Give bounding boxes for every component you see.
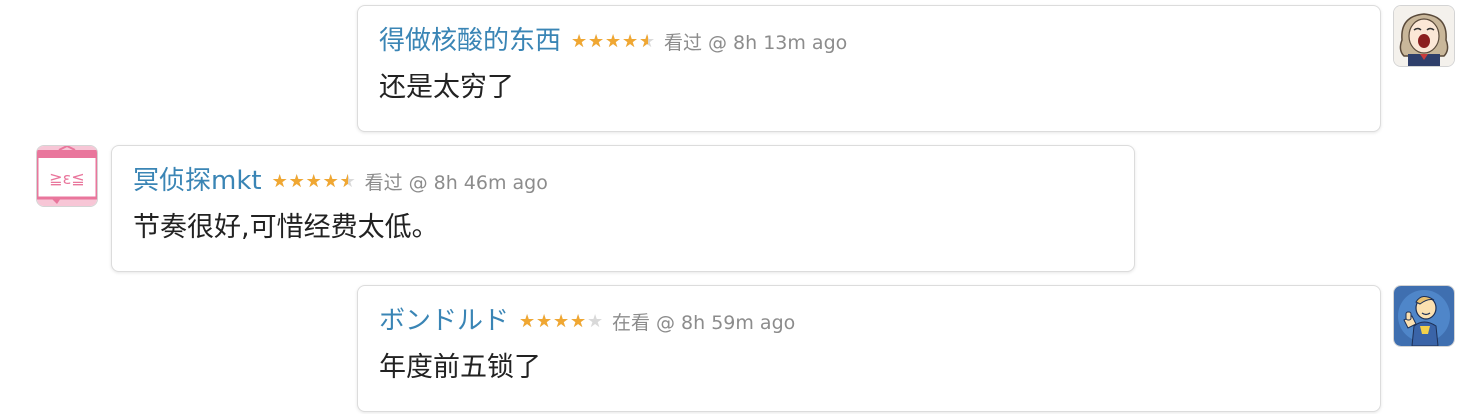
star-icon: ★ ★ bbox=[339, 170, 356, 192]
star-icon: ★ ★ bbox=[288, 170, 305, 192]
star-icon: ★ ★ bbox=[553, 310, 570, 332]
comment-card: 得做核酸的东西 ★ ★ ★ ★ ★ ★ ★ ★ ★ ★ 看过 @8h 13m ago 还是太穷了 bbox=[357, 5, 1381, 132]
watch-status: 看过 bbox=[664, 31, 703, 54]
username-link[interactable]: 得做核酸的东西 bbox=[379, 26, 561, 56]
comment-meta: 看过 @8h 13m ago bbox=[664, 31, 847, 55]
vault-boy-avatar-icon[interactable] bbox=[1393, 285, 1455, 347]
at-symbol: @ bbox=[408, 171, 428, 194]
watch-status: 看过 bbox=[364, 171, 403, 194]
username-link[interactable]: ボンドルド bbox=[379, 306, 509, 336]
at-symbol: @ bbox=[708, 31, 728, 54]
rating-stars: ★ ★ ★ ★ ★ ★ ★ ★ ★ ★ bbox=[571, 32, 656, 51]
star-icon: ★ bbox=[587, 310, 604, 332]
rating-stars: ★ ★ ★ ★ ★ ★ ★ ★ ★ bbox=[519, 312, 604, 331]
star-icon: ★ ★ bbox=[588, 30, 605, 52]
comment-feed: 得做核酸的东西 ★ ★ ★ ★ ★ ★ ★ ★ ★ ★ 看过 @8h 13m ago 还是太穷了 ≧… bbox=[0, 0, 1474, 414]
star-icon: ★ ★ bbox=[305, 170, 322, 192]
svg-text:≧ε≦: ≧ε≦ bbox=[49, 169, 84, 188]
username-link[interactable]: 冥侦探mkt bbox=[133, 166, 262, 196]
comment-text: 还是太穷了 bbox=[379, 72, 514, 103]
star-icon: ★ ★ bbox=[622, 30, 639, 52]
comment-card: 冥侦探mkt ★ ★ ★ ★ ★ ★ ★ ★ ★ ★ 看过 @8h 46m ago 节奏很好,可惜经… bbox=[111, 145, 1135, 272]
at-symbol: @ bbox=[656, 311, 676, 334]
comment-text: 年度前五锁了 bbox=[379, 352, 541, 383]
timestamp: 8h 13m ago bbox=[733, 31, 848, 54]
watch-status: 在看 bbox=[612, 311, 651, 334]
pink-tv-avatar-icon[interactable]: ≧ε≦ bbox=[36, 145, 98, 207]
comment-meta: 看过 @8h 46m ago bbox=[365, 171, 548, 195]
star-icon: ★ ★ bbox=[639, 30, 656, 52]
timestamp: 8h 46m ago bbox=[433, 171, 548, 194]
star-icon: ★ ★ bbox=[571, 30, 588, 52]
rating-stars: ★ ★ ★ ★ ★ ★ ★ ★ ★ ★ bbox=[272, 172, 357, 191]
anime-girl-avatar-icon[interactable] bbox=[1393, 5, 1455, 67]
comment-text: 节奏很好,可惜经费太低。 bbox=[133, 212, 439, 243]
comment-header: ボンドルド ★ ★ ★ ★ ★ ★ ★ ★ ★ 在看 @8h 59m ago bbox=[379, 306, 795, 336]
comment-card: ボンドルド ★ ★ ★ ★ ★ ★ ★ ★ ★ 在看 @8h 59m ago 年度前五锁了 bbox=[357, 285, 1381, 412]
star-icon: ★ ★ bbox=[605, 30, 622, 52]
star-icon: ★ ★ bbox=[570, 310, 587, 332]
comment-meta: 在看 @8h 59m ago bbox=[612, 311, 795, 335]
comment-header: 冥侦探mkt ★ ★ ★ ★ ★ ★ ★ ★ ★ ★ 看过 @8h 46m ago bbox=[133, 166, 548, 196]
comment-header: 得做核酸的东西 ★ ★ ★ ★ ★ ★ ★ ★ ★ ★ 看过 @8h 13m ago bbox=[379, 26, 847, 56]
star-icon: ★ ★ bbox=[536, 310, 553, 332]
star-icon: ★ ★ bbox=[322, 170, 339, 192]
timestamp: 8h 59m ago bbox=[681, 311, 796, 334]
star-icon: ★ ★ bbox=[519, 310, 536, 332]
star-icon: ★ ★ bbox=[271, 170, 288, 192]
